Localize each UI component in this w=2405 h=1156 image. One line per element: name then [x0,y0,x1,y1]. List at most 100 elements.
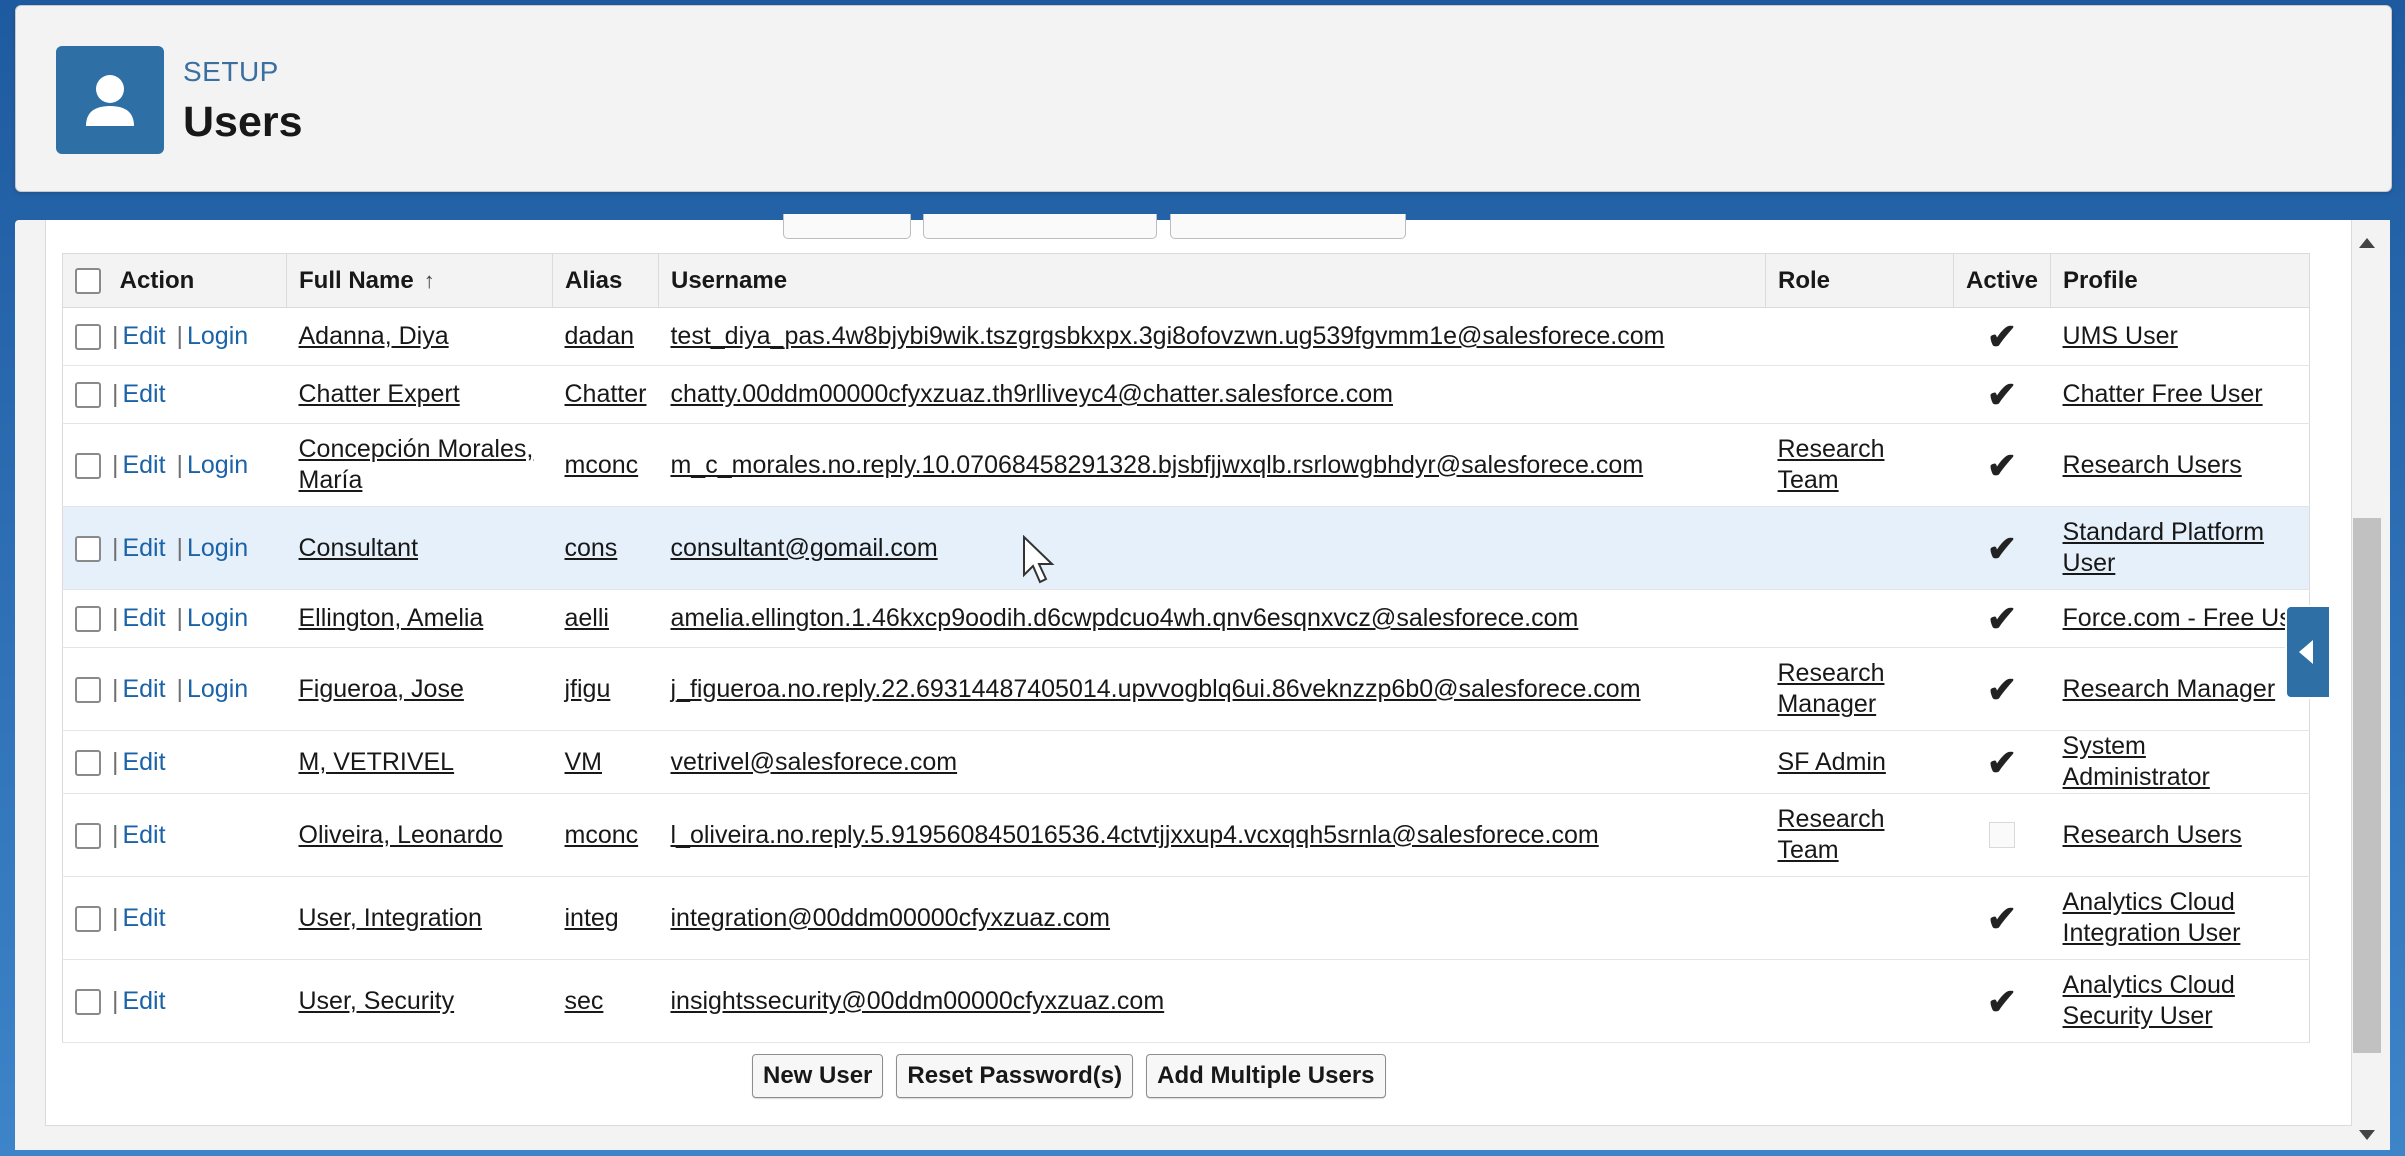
column-full-name[interactable]: Full Name ↑ [286,253,553,308]
page-title: Users [183,98,303,146]
row-checkbox[interactable] [75,988,101,1015]
full-name-link[interactable]: Ellington, Amelia [299,604,484,632]
profile-link[interactable]: Analytics Cloud Integration User [2063,888,2241,947]
profile-link[interactable]: Research Manager [2063,675,2276,703]
action-cell: | Edit | Login [62,307,287,366]
alias-link[interactable]: cons [565,534,618,562]
alias-link[interactable]: Chatter [565,380,647,408]
row-checkbox[interactable] [75,905,101,932]
username-link[interactable]: consultant@gomail.com [670,534,937,562]
table-row: | Edit User, Security sec insightssecurit… [62,959,2310,1043]
login-link[interactable]: Login [187,451,248,479]
edit-link[interactable]: Edit [122,821,165,849]
table-row: | Edit M, VETRIVEL VM vetrivel@salesforec… [62,730,2310,794]
alias-link[interactable]: mconc [565,451,639,479]
column-profile[interactable]: Profile [2050,253,2310,308]
edit-link[interactable]: Edit [122,604,165,632]
edit-link[interactable]: Edit [122,904,165,932]
edit-link[interactable]: Edit [122,534,165,562]
row-checkbox[interactable] [75,676,101,703]
alias-link[interactable]: jfigu [565,675,611,703]
row-checkbox[interactable] [75,324,101,351]
separator: | [111,322,119,350]
row-checkbox[interactable] [75,382,101,409]
add-multiple-users-button[interactable]: Add Multiple Users [1146,1054,1386,1098]
role-link[interactable]: Research Manager [1777,659,1884,718]
edit-link[interactable]: Edit [122,675,165,703]
scroll-thumb[interactable] [2353,518,2381,1053]
profile-link[interactable]: UMS User [2063,322,2178,350]
edit-link[interactable]: Edit [122,451,165,479]
checkmark-icon: ✔ [1986,897,2018,939]
row-checkbox[interactable] [75,822,101,849]
full-name-link[interactable]: Concepción Morales, María [299,435,534,494]
role-link[interactable]: Research Team [1777,805,1884,864]
vertical-scrollbar[interactable] [2349,228,2385,1140]
username-link[interactable]: amelia.ellington.1.46kxcp9oodih.d6cwpdcu… [670,604,1578,632]
alias-link[interactable]: sec [565,987,604,1015]
page-header: SETUP Users [15,5,2392,192]
mouse-cursor-icon [1023,535,1055,584]
reset-password-button[interactable]: Reset Password(s) [896,1054,1134,1098]
users-table: Action Full Name ↑ Alias Username Role Ac… [62,253,2310,1043]
new-user-button[interactable]: New User [752,1054,884,1098]
edit-link[interactable]: Edit [122,322,165,350]
username-link[interactable]: test_diya_pas.4w8bjybi9wik.tszgrgsbkxpx.… [670,322,1664,350]
username-link[interactable]: vetrivel@salesforece.com [670,748,957,776]
alias-link[interactable]: aelli [565,604,609,632]
column-username[interactable]: Username [658,253,1766,308]
button-bar: New User Reset Password(s) Add Multiple Us… [752,1054,1399,1098]
alias-link[interactable]: mconc [565,821,639,849]
username-link[interactable]: chatty.00ddm00000cfyxzuaz.th9rlliveyc4@c… [670,380,1393,408]
row-checkbox[interactable] [75,535,101,562]
row-checkbox[interactable] [75,749,101,776]
profile-link[interactable]: Research Users [2063,821,2242,849]
role-link[interactable]: SF Admin [1777,748,1885,776]
username-link[interactable]: m_c_morales.no.reply.10.07068458291328.b… [670,451,1643,479]
profile-link[interactable]: Standard Platform User [2063,518,2265,577]
alias-link[interactable]: VM [565,748,603,776]
login-link[interactable]: Login [187,534,248,562]
scroll-up-icon[interactable] [2359,238,2375,248]
username-link[interactable]: l_oliveira.no.reply.5.919560845016536.4c… [670,821,1598,849]
scroll-down-icon[interactable] [2359,1130,2375,1140]
column-role[interactable]: Role [1765,253,1954,308]
username-link[interactable]: integration@00ddm00000cfyxzuaz.com [670,904,1110,932]
top-new-user-button[interactable] [783,214,911,239]
profile-link[interactable]: Research Users [2063,451,2242,479]
row-checkbox[interactable] [75,606,101,633]
login-link[interactable]: Login [187,322,248,350]
edit-link[interactable]: Edit [122,987,165,1015]
role-link[interactable]: Research Team [1777,435,1884,494]
full-name-link[interactable]: User, Security [299,987,455,1015]
profile-link[interactable]: System Administrator [2063,732,2210,791]
column-active[interactable]: Active [1953,253,2052,308]
table-row: | Edit Oliveira, Leonardo mconc l_oliveir… [62,793,2310,877]
collapse-left-icon[interactable] [2285,605,2331,699]
full-name-link[interactable]: M, VETRIVEL [299,748,455,776]
top-add-multiple-button[interactable] [1170,214,1406,239]
alias-link[interactable]: integ [565,904,619,932]
full-name-link[interactable]: Chatter Expert [299,380,460,408]
top-reset-password-button[interactable] [923,214,1157,239]
edit-link[interactable]: Edit [122,748,165,776]
column-alias[interactable]: Alias [552,253,659,308]
column-profile-label: Profile [2063,266,2138,294]
edit-link[interactable]: Edit [122,380,165,408]
column-action-label: Action [119,266,195,294]
select-all-checkbox[interactable] [75,268,101,295]
row-checkbox[interactable] [75,452,101,479]
full-name-link[interactable]: User, Integration [299,904,482,932]
username-link[interactable]: j_figueroa.no.reply.22.69314487405014.up… [670,675,1640,703]
full-name-link[interactable]: Oliveira, Leonardo [299,821,503,849]
login-link[interactable]: Login [187,675,248,703]
full-name-link[interactable]: Figueroa, Jose [299,675,464,703]
full-name-link[interactable]: Consultant [299,534,419,562]
login-link[interactable]: Login [187,604,248,632]
profile-link[interactable]: Chatter Free User [2063,380,2263,408]
full-name-link[interactable]: Adanna, Diya [299,322,449,350]
username-link[interactable]: insightssecurity@00ddm00000cfyxzuaz.com [670,987,1164,1015]
profile-link[interactable]: Force.com - Free Us [2063,604,2292,632]
alias-link[interactable]: dadan [565,322,635,350]
profile-link[interactable]: Analytics Cloud Security User [2063,971,2235,1030]
